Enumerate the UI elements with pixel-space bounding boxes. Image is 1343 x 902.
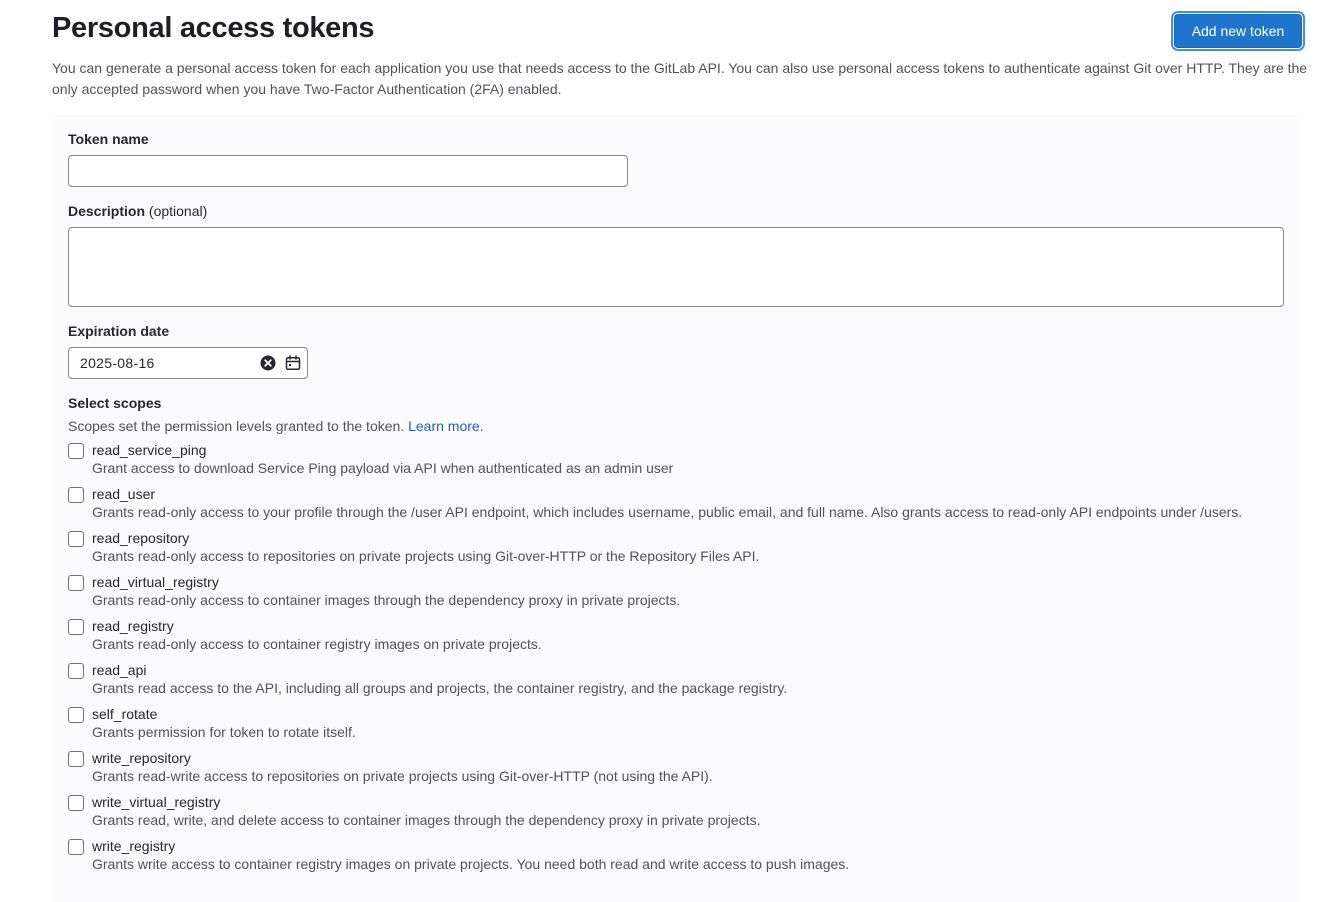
scope-description: Grants read access to the API, including… xyxy=(92,680,788,696)
scope-description: Grants read, write, and delete access to… xyxy=(92,812,761,828)
select-scopes-label: Select scopes xyxy=(68,395,162,411)
expiration-date-input[interactable]: 2025-08-16 xyxy=(68,347,308,379)
scope-item: read_virtual_registry Grants read-only a… xyxy=(68,572,1288,608)
scope-description: Grants read-write access to repositories… xyxy=(92,768,713,784)
scope-item: read_registry Grants read-only access to… xyxy=(68,616,1288,652)
scope-item: read_repository Grants read-only access … xyxy=(68,528,1288,564)
scope-checkbox-read-registry[interactable] xyxy=(68,619,84,635)
scope-item: write_virtual_registry Grants read, writ… xyxy=(68,792,1288,828)
scope-name[interactable]: self_rotate xyxy=(92,704,1288,724)
scope-item: read_api Grants read access to the API, … xyxy=(68,660,1288,696)
calendar-icon[interactable] xyxy=(285,355,301,371)
scope-name[interactable]: write_registry xyxy=(92,836,1288,856)
scope-list: read_service_ping Grant access to downlo… xyxy=(68,440,1288,880)
scope-name[interactable]: write_repository xyxy=(92,748,1288,768)
scope-checkbox-read-repository[interactable] xyxy=(68,531,84,547)
scope-item: read_service_ping Grant access to downlo… xyxy=(68,440,1288,476)
description-label: Description (optional) xyxy=(68,203,207,219)
token-name-input[interactable] xyxy=(68,155,628,187)
description-input[interactable] xyxy=(68,227,1284,307)
scope-checkbox-read-user[interactable] xyxy=(68,487,84,503)
scope-checkbox-write-repository[interactable] xyxy=(68,751,84,767)
scope-item: write_registry Grants write access to co… xyxy=(68,836,1288,872)
scope-item: write_repository Grants read-write acces… xyxy=(68,748,1288,784)
scopes-help-sentence: Scopes set the permission levels granted… xyxy=(68,418,405,434)
scope-description: Grant access to download Service Ping pa… xyxy=(92,460,674,476)
scope-description: Grants permission for token to rotate it… xyxy=(92,724,356,740)
scope-description: Grants write access to container registr… xyxy=(92,856,850,872)
description-label-text: Description xyxy=(68,203,146,219)
personal-access-tokens-page: Personal access tokens Add new token You… xyxy=(0,0,1343,902)
scope-item: self_rotate Grants permission for token … xyxy=(68,704,1288,740)
scope-checkbox-read-api[interactable] xyxy=(68,663,84,679)
scope-description: Grants read-only access to container ima… xyxy=(92,592,681,608)
token-name-label: Token name xyxy=(68,131,149,147)
expiration-date-label: Expiration date xyxy=(68,323,170,339)
scope-name[interactable]: read_repository xyxy=(92,528,1288,548)
scopes-help-text: Scopes set the permission levels granted… xyxy=(68,418,484,434)
intro-text: You can generate a personal access token… xyxy=(52,60,1308,97)
new-token-form: Token name Description (optional) Expira… xyxy=(52,115,1300,902)
page-title: Personal access tokens xyxy=(52,12,375,44)
scope-checkbox-read-service-ping[interactable] xyxy=(68,443,84,459)
scope-name[interactable]: read_user xyxy=(92,484,1288,504)
scope-name[interactable]: read_registry xyxy=(92,616,1288,636)
scope-description: Grants read-only access to repositories … xyxy=(92,548,760,564)
scope-checkbox-read-virtual-registry[interactable] xyxy=(68,575,84,591)
scope-name[interactable]: read_service_ping xyxy=(92,440,1288,460)
optional-hint: (optional) xyxy=(148,203,208,219)
scope-checkbox-write-registry[interactable] xyxy=(68,839,84,855)
clear-date-icon[interactable] xyxy=(260,355,276,371)
scope-name[interactable]: write_virtual_registry xyxy=(92,792,1288,812)
scope-name[interactable]: read_virtual_registry xyxy=(92,572,1288,592)
scope-checkbox-write-virtual-registry[interactable] xyxy=(68,795,84,811)
expiration-date-value: 2025-08-16 xyxy=(80,355,155,371)
scope-description: Grants read-only access to container reg… xyxy=(92,636,542,652)
scope-name[interactable]: read_api xyxy=(92,660,1288,680)
scope-checkbox-self-rotate[interactable] xyxy=(68,707,84,723)
scope-description: Grants read-only access to your profile … xyxy=(92,504,1243,520)
scope-item: read_user Grants read-only access to you… xyxy=(68,484,1288,520)
add-new-token-button[interactable]: Add new token xyxy=(1174,14,1302,48)
learn-more-link[interactable]: Learn more xyxy=(408,418,480,434)
